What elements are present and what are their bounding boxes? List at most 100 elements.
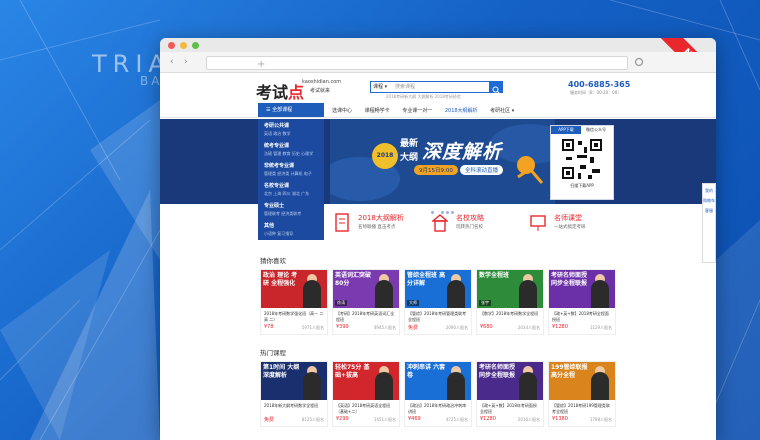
enroll-count: 1129人报名 [589,325,612,330]
course-price: ¥1280 [552,324,568,330]
enroll-count: 8125人报名 [301,417,324,422]
nav-item[interactable]: 选课中心 [332,108,352,114]
presentation-icon [530,215,546,231]
qr-caption: 扫描下载APP [570,183,594,188]
main-nav: ☰ 全部课程 选课中心 课程畅学卡 专业课一对一 2018大纲解析 考研社区 ▾ [160,103,716,118]
course-title[interactable]: 2018年新大纲考研数学全程班 [261,400,327,415]
tab-app-download[interactable]: APP下载 [551,126,581,134]
teacher-photo [375,372,393,400]
course-card[interactable]: 轻松75分 基础+拔高 【英语】2018考研英语全程班（基础+二） ¥299 1451… [332,361,400,427]
nav-item-active[interactable]: 2018大纲解析 [445,108,478,114]
nav-item[interactable]: 课程畅学卡 [365,108,390,114]
address-bar[interactable]: + [206,56,628,70]
feature-school-guide[interactable]: 名校攻略 玩转热门名校 [428,209,518,239]
search-box[interactable]: 课程 ▾ 搜索课程 [370,81,490,93]
thumbnail-caption: 199管综联报 高分全程 [551,364,588,379]
course-title[interactable]: 【政+英+数】2018年考研面授全程班 [477,400,543,415]
course-title[interactable]: 【政治】2018年考研政治冲刺串讲班 [405,400,471,415]
course-title[interactable]: 【政+英+数】2018考研全程面授班 [549,308,615,323]
course-price: ¥469 [408,416,421,422]
section-title-recommend: 猜你喜欢 [260,257,286,265]
card-footer: ¥399 4945人报名 [333,323,399,331]
rightbar-item[interactable]: 客服 [703,208,715,214]
right-float-bar: 我的 购物车 客服 [702,183,716,263]
all-categories-button[interactable]: ☰ 全部课程 [258,103,324,117]
course-card[interactable]: 英语词汇突破80分 徐涛 【考研】2018年考研英语词汇全程班 ¥399 4945人报名 [332,269,400,335]
web-page: 考试点 kaoshidian.com 考试就来 课程 ▾ 搜索课程 2018考研… [160,73,716,440]
card-footer: ¥299 1451人报名 [333,415,399,423]
course-price: ¥1380 [552,416,568,422]
book-icon [335,213,349,232]
teacher-tag: 大师 [407,300,419,306]
course-title[interactable]: 【考研】2018年考研英语词汇全程班 [333,308,399,323]
logo-domain: kaoshidian.com [302,79,342,85]
nav-item[interactable]: 专业课一对一 [402,108,432,114]
tab-wechat[interactable]: 微信公众号 [581,126,611,134]
course-thumbnail: 199管综联报 高分全程 [549,362,615,400]
thumbnail-caption: 管综全程班 高分详解 [407,272,446,287]
search-icon [492,86,500,94]
site-header: 考试点 kaoshidian.com 考试就来 课程 ▾ 搜索课程 2018考研… [160,73,716,103]
nav-item[interactable]: 考研社区 ▾ [490,108,514,114]
enroll-count: 1451人报名 [373,417,396,422]
category-item[interactable]: 考研公共课 英语 政治 数学 [258,119,324,139]
enroll-count: 2016人报名 [517,417,540,422]
hero-banner[interactable]: 2018 最新 大纲 深度解析 9月15日9:00 全科滚动直播 APP下载 微信… [160,119,716,214]
teacher-photo [447,280,465,308]
course-card[interactable]: 199管综联报 高分全程 【管综】2018考研199管理类联考全程班 ¥1380 17… [548,361,616,427]
course-card[interactable]: 政治 理论 考研 全程强化 2018年考研数学强化班（高一 二高 二） ¥78 597… [260,269,328,335]
search-input[interactable]: 搜索课程 [395,83,415,90]
course-card[interactable]: 第1时间 大纲深度解析 2018年新大纲考研数学全程班免费 8125人报名 [260,361,328,427]
category-item[interactable]: 其他 小语种 复习指导 [258,219,324,239]
course-thumbnail: 政治 理论 考研 全程强化 [261,270,327,308]
card-footer: ¥78 5971人报名 [261,323,327,331]
back-icon[interactable]: ‹ [170,57,174,67]
course-card[interactable]: 考研名师面授 同步全程联报 【政+英+数】2018考研全程面授班 ¥1280 1129… [548,269,616,335]
forward-icon[interactable]: › [184,57,188,67]
new-tab-icon[interactable]: + [257,59,265,70]
thumbnail-caption: 政治 理论 考研 全程强化 [263,272,298,287]
title-bar: NEW [160,38,716,100]
course-price: 免费 [264,417,275,423]
course-card[interactable]: 数学全程班 张宇 【数学】2018年考研数学全程班 ¥680 2034人报名 [476,269,544,335]
minimize-icon[interactable] [180,42,187,49]
teacher-photo [519,372,537,400]
category-item[interactable]: 专业硕士 管理联考 经济类联考 [258,199,324,219]
site-logo[interactable]: 考试点 [256,79,304,103]
search-type-select[interactable]: 课程 ▾ [373,83,387,90]
feature-row: 2018大纲解析 名师联播 直击考点 名校攻略 玩转热门名校 名师课堂 一站式搞定考研 [330,209,620,239]
course-thumbnail: 第1时间 大纲深度解析 [261,362,327,400]
rightbar-item[interactable]: 购物车 [703,198,715,204]
category-item[interactable]: 统考专业课 法硕 管理 教育 历史 心理学 [258,139,324,159]
card-footer: ¥680 2034人报名 [477,323,543,331]
course-title[interactable]: 【管综】2018考研199管理类联考全程班 [549,400,615,415]
thumbnail-caption: 考研名师面授 同步全程联报 [479,364,516,379]
teacher-photo [447,372,465,400]
maximize-icon[interactable] [192,42,199,49]
search-button[interactable] [489,81,503,94]
teacher-photo [519,280,537,308]
rightbar-item[interactable]: 我的 [703,188,715,194]
teacher-photo [591,280,609,308]
course-price: ¥78 [264,324,274,330]
browser-window: NEW ‹ › + 考试点 kaoshidian.com 考试就来 课程 ▾ 搜… [160,38,716,440]
course-title[interactable]: 【英语】2018考研英语全程班（基础+二） [333,400,399,415]
course-title[interactable]: 【数学】2018年考研数学全程班 [477,308,543,323]
course-thumbnail: 考研名师面授 同步全程联报 [549,270,615,308]
browser-toolbar: ‹ › + [160,52,716,73]
course-title[interactable]: 2018年考研数学强化班（高一 二高 二） [261,308,327,323]
category-item[interactable]: 非统考专业课 管理类 经济类 计算机 电子 [258,159,324,179]
feature-master-class[interactable]: 名师课堂 一站式搞定考研 [526,209,616,239]
category-item[interactable]: 名校专业课 北京 上海 四川 湖北 广东 [258,179,324,199]
refresh-icon[interactable] [634,57,644,67]
hot-search-links[interactable]: 2018考研新大纲 大纲解析 2018考研经验 [386,94,461,100]
close-icon[interactable] [168,42,175,49]
enroll-count: 2090人报名 [445,325,468,330]
course-card[interactable]: 考研名师面授 同步全程联报 【政+英+数】2018年考研面授全程班 ¥1280 201… [476,361,544,427]
course-title[interactable]: 【管综】2018年考研管理类联考全程班 [405,308,471,323]
course-card[interactable]: 管综全程班 高分详解 大师 【管综】2018年考研管理类联考全程班 免费 2090人报名 [404,269,472,335]
banner-headline: 深度解析 [422,141,503,163]
qr-panel: APP下载 微信公众号 扫描下载APP [550,125,614,200]
feature-outline-analysis[interactable]: 2018大纲解析 名师联播 直击考点 [330,209,420,239]
course-card[interactable]: 冲刺串讲 六套卷 【政治】2018年考研政治冲刺串讲班 ¥469 4725人报名 [404,361,472,427]
